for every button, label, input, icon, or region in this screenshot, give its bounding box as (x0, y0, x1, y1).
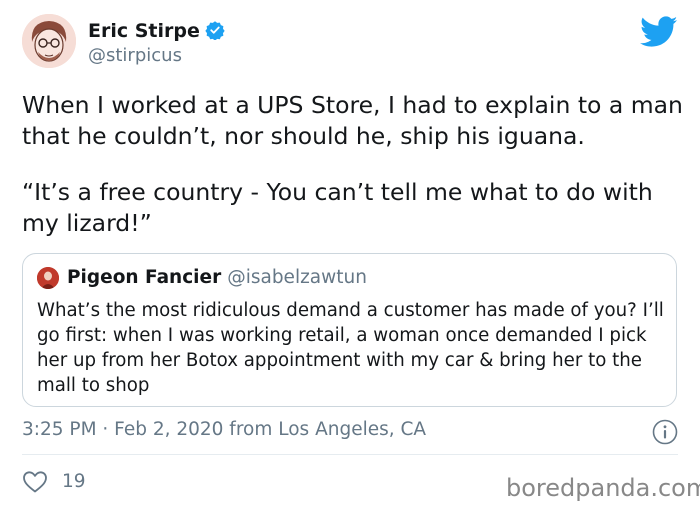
author-name[interactable]: Eric Stirpe (88, 20, 225, 42)
verified-badge-icon (205, 21, 225, 40)
quoted-author-avatar (37, 267, 59, 289)
like-count: 19 (62, 471, 86, 492)
divider (22, 454, 678, 455)
quoted-author-handle: @isabelzawtun (227, 267, 367, 288)
boredpanda-watermark: boredpanda.com (506, 474, 700, 502)
tweet-timestamp[interactable]: 3:25 PM · Feb 2, 2020 from Los Angeles, … (22, 419, 426, 440)
tweet-text: When I worked at a UPS Store, I had to e… (22, 90, 687, 239)
twitter-bird-icon[interactable] (640, 16, 678, 48)
tweet-card: Eric Stirpe @stirpicus When I worked at … (0, 0, 700, 510)
info-icon[interactable] (652, 419, 678, 445)
quoted-tweet[interactable]: Pigeon Fancier @isabelzawtun What’s the m… (22, 253, 677, 407)
tweet-paragraph: “It’s a free country - You can’t tell me… (22, 178, 653, 237)
heart-icon[interactable] (22, 470, 48, 494)
avatar-illustration (22, 14, 76, 68)
author-name-text: Eric Stirpe (88, 20, 200, 42)
quoted-tweet-text: What’s the most ridiculous demand a cust… (37, 300, 664, 396)
author-handle[interactable]: @stirpicus (88, 45, 182, 66)
quoted-author: Pigeon Fancier @isabelzawtun (67, 267, 367, 288)
tweet-paragraph: When I worked at a UPS Store, I had to e… (22, 91, 683, 150)
quoted-author-name: Pigeon Fancier (67, 267, 222, 288)
quoted-avatar-image (37, 267, 59, 289)
author-avatar[interactable] (22, 14, 76, 68)
